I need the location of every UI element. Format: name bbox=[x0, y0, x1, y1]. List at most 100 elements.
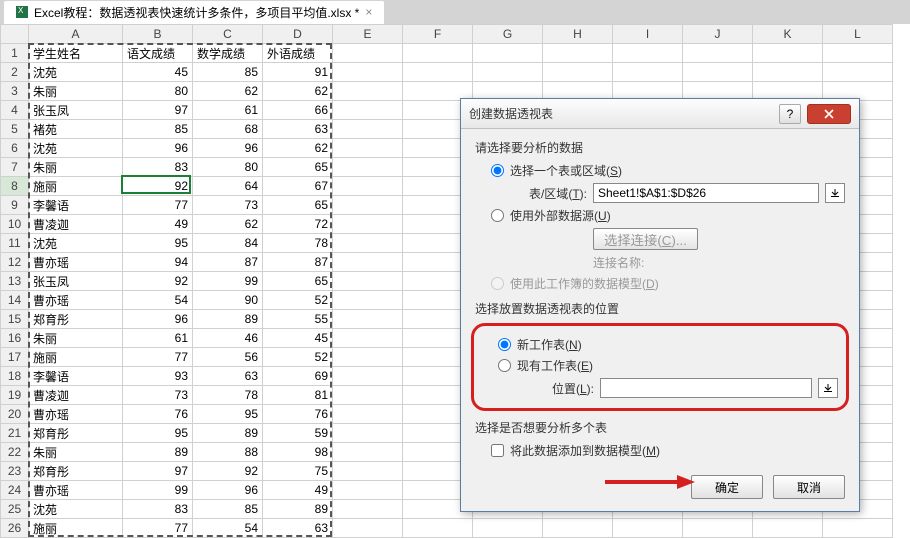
col-header-I[interactable]: I bbox=[613, 25, 683, 44]
cell-A23[interactable]: 郑育彤 bbox=[29, 462, 123, 481]
cell-B15[interactable]: 96 bbox=[123, 310, 193, 329]
select-all-corner[interactable] bbox=[1, 25, 29, 44]
cell-F1[interactable] bbox=[403, 44, 473, 63]
cell-D3[interactable]: 62 bbox=[263, 82, 333, 101]
close-icon[interactable]: × bbox=[365, 5, 372, 19]
cell-A17[interactable]: 施丽 bbox=[29, 348, 123, 367]
cell-E26[interactable] bbox=[333, 519, 403, 538]
cell-B17[interactable]: 77 bbox=[123, 348, 193, 367]
cell-B25[interactable]: 83 bbox=[123, 500, 193, 519]
cell-A20[interactable]: 曹亦瑶 bbox=[29, 405, 123, 424]
cell-A9[interactable]: 李馨语 bbox=[29, 196, 123, 215]
cell-D16[interactable]: 45 bbox=[263, 329, 333, 348]
cell-E1[interactable] bbox=[333, 44, 403, 63]
cell-E15[interactable] bbox=[333, 310, 403, 329]
row-header-2[interactable]: 2 bbox=[1, 63, 29, 82]
cell-D24[interactable]: 49 bbox=[263, 481, 333, 500]
choose-connection-button[interactable]: 选择连接(C)... bbox=[593, 228, 698, 250]
row-header-4[interactable]: 4 bbox=[1, 101, 29, 120]
cell-A6[interactable]: 沈苑 bbox=[29, 139, 123, 158]
cell-B23[interactable]: 97 bbox=[123, 462, 193, 481]
cell-B22[interactable]: 89 bbox=[123, 443, 193, 462]
cell-B2[interactable]: 45 bbox=[123, 63, 193, 82]
cell-C14[interactable]: 90 bbox=[193, 291, 263, 310]
cell-A14[interactable]: 曹亦瑶 bbox=[29, 291, 123, 310]
cell-B10[interactable]: 49 bbox=[123, 215, 193, 234]
cell-E23[interactable] bbox=[333, 462, 403, 481]
cell-D14[interactable]: 52 bbox=[263, 291, 333, 310]
row-header-15[interactable]: 15 bbox=[1, 310, 29, 329]
cell-A13[interactable]: 张玉凤 bbox=[29, 272, 123, 291]
cell-D10[interactable]: 72 bbox=[263, 215, 333, 234]
cell-C3[interactable]: 62 bbox=[193, 82, 263, 101]
cell-E8[interactable] bbox=[333, 177, 403, 196]
cell-B13[interactable]: 92 bbox=[123, 272, 193, 291]
col-header-G[interactable]: G bbox=[473, 25, 543, 44]
cell-E20[interactable] bbox=[333, 405, 403, 424]
cell-E24[interactable] bbox=[333, 481, 403, 500]
cell-D11[interactable]: 78 bbox=[263, 234, 333, 253]
cell-D22[interactable]: 98 bbox=[263, 443, 333, 462]
cell-E2[interactable] bbox=[333, 63, 403, 82]
cell-B7[interactable]: 83 bbox=[123, 158, 193, 177]
row-header-9[interactable]: 9 bbox=[1, 196, 29, 215]
cell-G26[interactable] bbox=[473, 519, 543, 538]
col-header-F[interactable]: F bbox=[403, 25, 473, 44]
cell-B21[interactable]: 95 bbox=[123, 424, 193, 443]
range-input[interactable] bbox=[593, 183, 819, 203]
cell-J26[interactable] bbox=[683, 519, 753, 538]
radio-new-sheet[interactable] bbox=[498, 338, 511, 351]
row-header-5[interactable]: 5 bbox=[1, 120, 29, 139]
cell-A16[interactable]: 朱丽 bbox=[29, 329, 123, 348]
cell-I2[interactable] bbox=[613, 63, 683, 82]
row-header-1[interactable]: 1 bbox=[1, 44, 29, 63]
cell-B8[interactable]: 92 bbox=[123, 177, 193, 196]
cell-B6[interactable]: 96 bbox=[123, 139, 193, 158]
cell-B18[interactable]: 93 bbox=[123, 367, 193, 386]
cell-A5[interactable]: 褚苑 bbox=[29, 120, 123, 139]
row-header-6[interactable]: 6 bbox=[1, 139, 29, 158]
cell-B12[interactable]: 94 bbox=[123, 253, 193, 272]
cell-A18[interactable]: 李馨语 bbox=[29, 367, 123, 386]
cell-A10[interactable]: 曹凌迦 bbox=[29, 215, 123, 234]
row-header-21[interactable]: 21 bbox=[1, 424, 29, 443]
cell-D1[interactable]: 外语成绩 bbox=[263, 44, 333, 63]
cell-E25[interactable] bbox=[333, 500, 403, 519]
cell-D15[interactable]: 55 bbox=[263, 310, 333, 329]
cell-D8[interactable]: 67 bbox=[263, 177, 333, 196]
row-header-13[interactable]: 13 bbox=[1, 272, 29, 291]
radio-table-range[interactable] bbox=[491, 164, 504, 177]
cell-C2[interactable]: 85 bbox=[193, 63, 263, 82]
cell-B16[interactable]: 61 bbox=[123, 329, 193, 348]
cell-F2[interactable] bbox=[403, 63, 473, 82]
cell-H1[interactable] bbox=[543, 44, 613, 63]
cell-C12[interactable]: 87 bbox=[193, 253, 263, 272]
row-header-12[interactable]: 12 bbox=[1, 253, 29, 272]
row-header-26[interactable]: 26 bbox=[1, 519, 29, 538]
cell-C11[interactable]: 84 bbox=[193, 234, 263, 253]
row-header-18[interactable]: 18 bbox=[1, 367, 29, 386]
cell-E12[interactable] bbox=[333, 253, 403, 272]
cell-C4[interactable]: 61 bbox=[193, 101, 263, 120]
checkbox-add-model[interactable] bbox=[491, 444, 504, 457]
cell-E13[interactable] bbox=[333, 272, 403, 291]
cell-D7[interactable]: 65 bbox=[263, 158, 333, 177]
cancel-button[interactable]: 取消 bbox=[773, 475, 845, 499]
cell-D13[interactable]: 65 bbox=[263, 272, 333, 291]
cell-A12[interactable]: 曹亦瑶 bbox=[29, 253, 123, 272]
cell-C5[interactable]: 68 bbox=[193, 120, 263, 139]
cell-C20[interactable]: 95 bbox=[193, 405, 263, 424]
cell-J1[interactable] bbox=[683, 44, 753, 63]
cell-B9[interactable]: 77 bbox=[123, 196, 193, 215]
cell-D4[interactable]: 66 bbox=[263, 101, 333, 120]
col-header-H[interactable]: H bbox=[543, 25, 613, 44]
cell-A8[interactable]: 施丽 bbox=[29, 177, 123, 196]
cell-C19[interactable]: 78 bbox=[193, 386, 263, 405]
cell-E4[interactable] bbox=[333, 101, 403, 120]
cell-K26[interactable] bbox=[753, 519, 823, 538]
ok-button[interactable]: 确定 bbox=[691, 475, 763, 499]
cell-E5[interactable] bbox=[333, 120, 403, 139]
cell-D23[interactable]: 75 bbox=[263, 462, 333, 481]
cell-D17[interactable]: 52 bbox=[263, 348, 333, 367]
cell-D21[interactable]: 59 bbox=[263, 424, 333, 443]
